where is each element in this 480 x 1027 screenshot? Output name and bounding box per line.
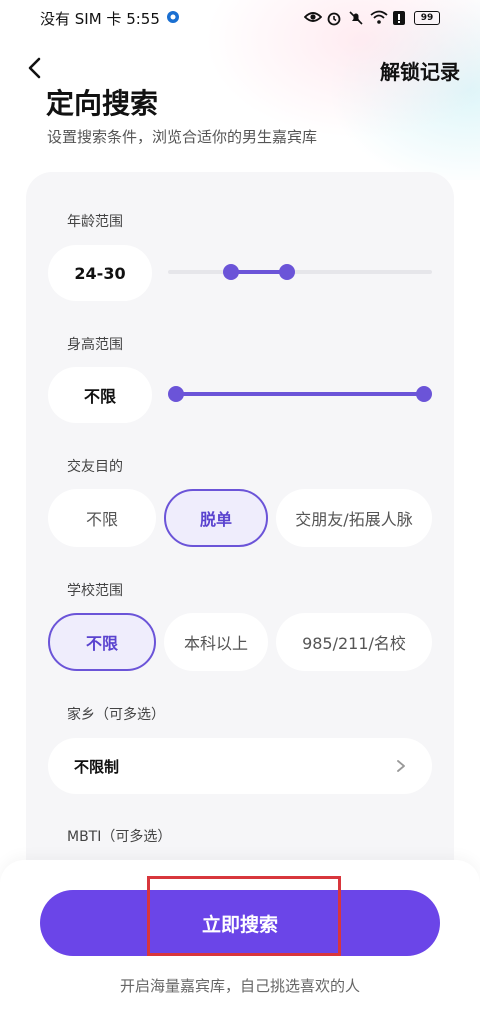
height-range-label: 身高范围 bbox=[67, 337, 123, 353]
back-button[interactable] bbox=[20, 54, 48, 82]
status-right: 99 bbox=[303, 10, 440, 26]
height-range-value: 不限 bbox=[48, 367, 152, 423]
carrier-time: 没有 SIM 卡 5:55 bbox=[40, 9, 160, 28]
footer-note: 开启海量嘉宾库，自己挑选喜欢的人 bbox=[119, 977, 360, 995]
chevron-left-icon bbox=[28, 57, 41, 79]
status-bar: 没有 SIM 卡 5:55 99 bbox=[0, 0, 480, 36]
hometown-value: 不限制 bbox=[74, 757, 120, 776]
school-option-elite[interactable]: 985/211/名校 bbox=[276, 613, 432, 671]
chevron-right-icon bbox=[397, 760, 405, 772]
page-title: 定向搜索 bbox=[46, 87, 159, 120]
age-min-thumb[interactable] bbox=[223, 264, 239, 280]
unlock-records-link[interactable]: 解锁记录 bbox=[380, 56, 460, 85]
height-range-fill[interactable] bbox=[176, 392, 424, 396]
battery-icon: 99 bbox=[414, 11, 440, 25]
school-option-bachelor[interactable]: 本科以上 bbox=[164, 613, 268, 671]
search-now-button[interactable]: 立即搜索 bbox=[40, 890, 440, 956]
alarm-icon bbox=[326, 10, 342, 26]
height-max-thumb[interactable] bbox=[416, 386, 432, 402]
hometown-select[interactable]: 不限制 bbox=[48, 738, 432, 794]
age-range-label: 年龄范围 bbox=[67, 214, 123, 230]
wifi-icon bbox=[370, 10, 388, 26]
purpose-option-any[interactable]: 不限 bbox=[48, 489, 156, 547]
mute-icon bbox=[348, 10, 364, 26]
purpose-label: 交友目的 bbox=[67, 459, 123, 475]
height-min-thumb[interactable] bbox=[168, 386, 184, 402]
page-subtitle: 设置搜索条件，浏览合适你的男生嘉宾库 bbox=[47, 128, 318, 146]
eye-icon bbox=[303, 10, 323, 26]
age-range-value: 24-30 bbox=[48, 245, 152, 301]
age-range-track[interactable] bbox=[168, 270, 432, 274]
alert-icon bbox=[392, 10, 408, 26]
sync-icon bbox=[166, 10, 182, 26]
school-range-label: 学校范围 bbox=[67, 583, 123, 599]
mbti-label: MBTI（可多选） bbox=[67, 829, 172, 845]
status-left: 没有 SIM 卡 5:55 bbox=[40, 8, 182, 29]
hometown-label: 家乡（可多选） bbox=[67, 707, 165, 723]
age-max-thumb[interactable] bbox=[279, 264, 295, 280]
purpose-option-relationship[interactable]: 脱单 bbox=[164, 489, 268, 547]
purpose-option-friends[interactable]: 交朋友/拓展人脉 bbox=[276, 489, 432, 547]
school-option-any[interactable]: 不限 bbox=[48, 613, 156, 671]
